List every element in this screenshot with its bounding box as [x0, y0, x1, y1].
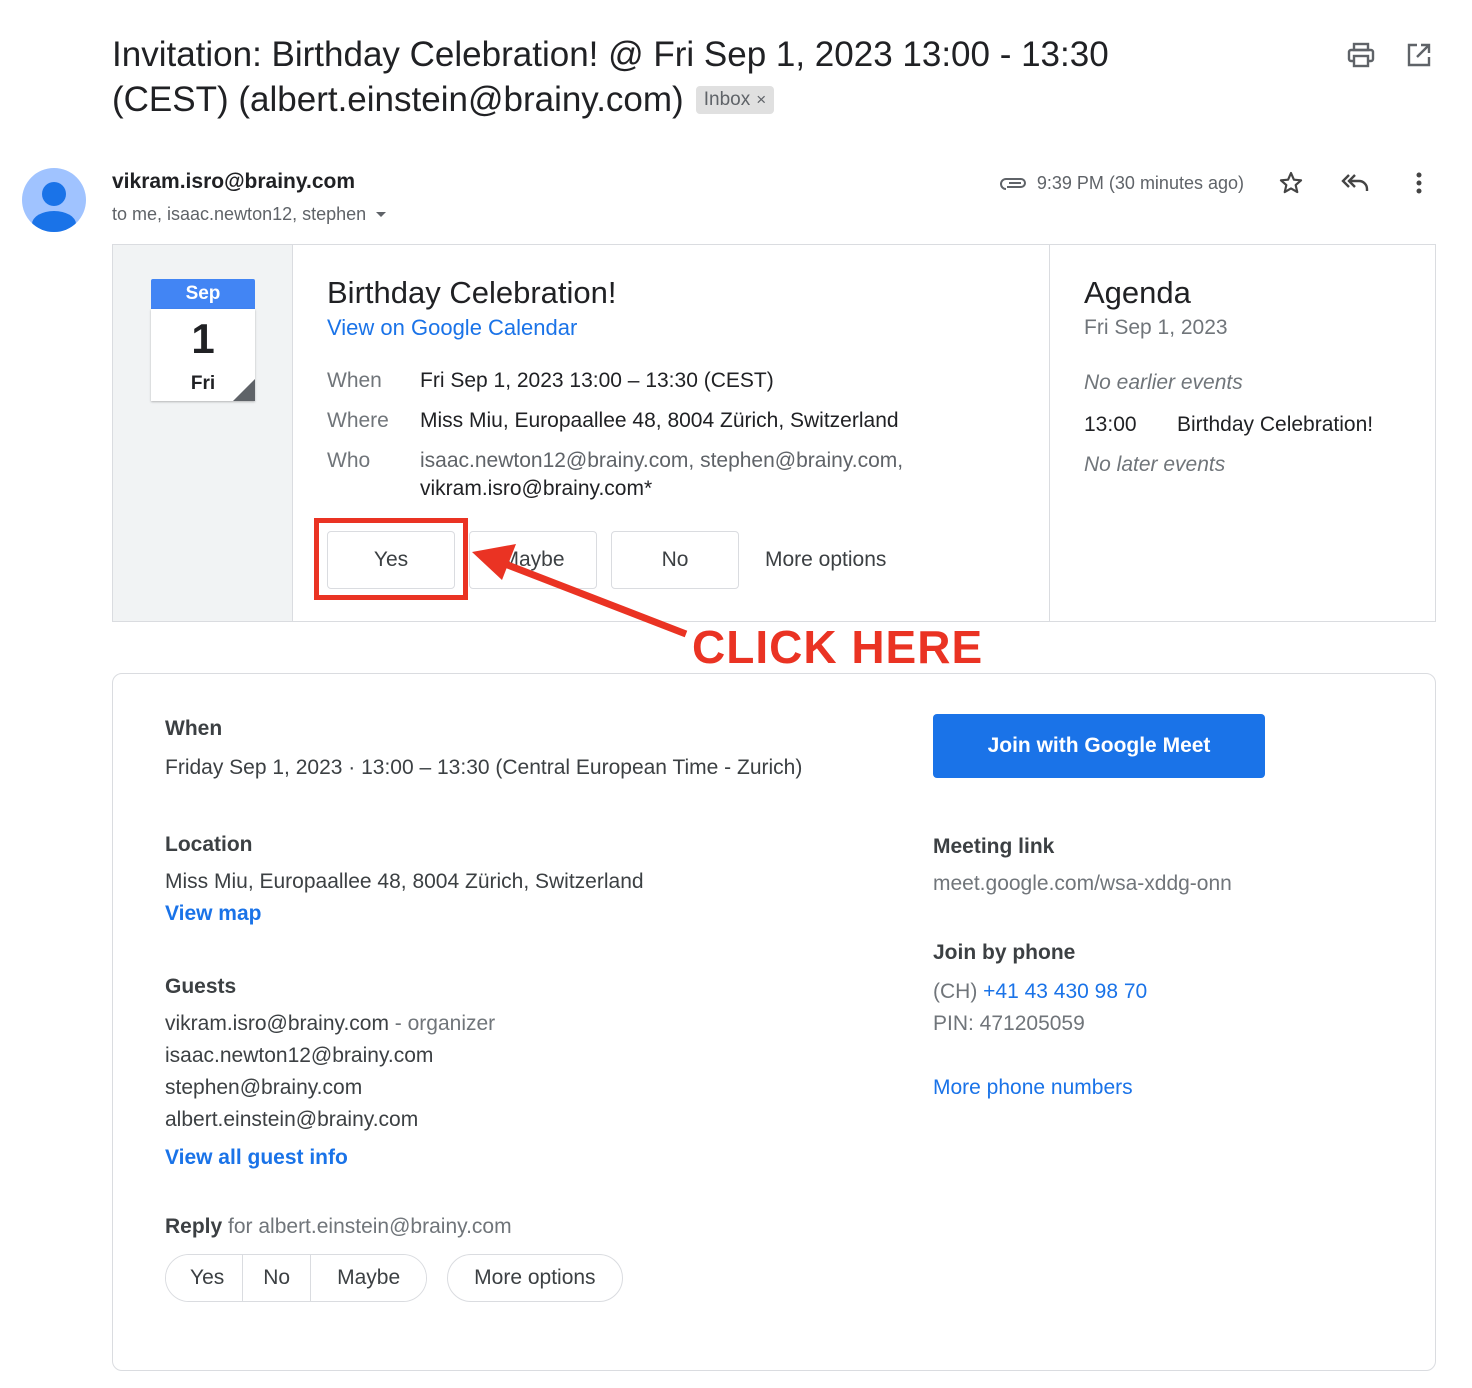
inbox-label[interactable]: Inbox × — [695, 86, 775, 114]
message-meta: 9:39 PM (30 minutes ago) — [999, 166, 1436, 200]
view-all-guest-info-link[interactable]: View all guest info — [165, 1142, 348, 1174]
reply-more-options-button[interactable]: More options — [447, 1254, 623, 1302]
meeting-link-heading: Meeting link — [933, 835, 1055, 858]
recipients-text: to me, isaac.newton12, stephen — [112, 204, 367, 224]
time-text: 9:39 PM (30 minutes ago) — [1036, 172, 1244, 193]
view-on-google-calendar-link[interactable]: View on Google Calendar — [327, 313, 577, 343]
when-value: Fri Sep 1, 2023 13:00 – 13:30 (CEST) — [420, 369, 774, 392]
agenda-no-later: No later events — [1084, 453, 1226, 476]
agenda-title: Agenda — [1084, 275, 1191, 310]
desc-guests-heading: Guests — [165, 975, 237, 998]
calendar-day: 1 — [191, 315, 215, 362]
open-in-new-icon[interactable] — [1402, 38, 1436, 72]
where-label: Where — [327, 409, 389, 432]
meeting-link[interactable]: meet.google.com/wsa-xddg-onn — [933, 868, 1413, 900]
who-row: Who isaac.newton12@brainy.com, stephen@b… — [327, 447, 1047, 503]
when-label: When — [327, 369, 382, 392]
reply-yes-button[interactable]: Yes — [166, 1255, 244, 1301]
calendar-page: 1 Fri — [151, 309, 255, 401]
phone-country: (CH) — [933, 980, 984, 1003]
guest-item: isaac.newton12@brainy.com — [165, 1040, 885, 1072]
guest-email: vikram.isro@brainy.com — [165, 1012, 389, 1035]
subject-text: Invitation: Birthday Celebration! @ Fri … — [112, 35, 1109, 119]
desc-location-heading: Location — [165, 833, 253, 856]
guest-email: albert.einstein@brainy.com — [165, 1108, 419, 1131]
annotation-arrow-icon — [472, 544, 688, 638]
agenda-date: Fri Sep 1, 2023 — [1084, 316, 1228, 339]
reply-segmented-control: Yes No Maybe — [165, 1254, 428, 1302]
print-icon[interactable] — [1344, 38, 1378, 72]
agenda-event-time: 13:00 — [1084, 413, 1137, 436]
agenda-event-title: Birthday Celebration! — [1177, 413, 1374, 436]
guest-item: albert.einstein@brainy.com — [165, 1104, 885, 1136]
reply-all-icon[interactable] — [1338, 166, 1372, 200]
sender-avatar[interactable] — [22, 168, 86, 232]
sender-email[interactable]: vikram.isro@brainy.com — [112, 170, 355, 194]
page-fold-icon — [233, 379, 255, 401]
desc-when-heading: When — [165, 717, 223, 740]
reply-heading: Reply for albert.einstein@brainy.com — [165, 1212, 885, 1242]
subject-actions — [1344, 38, 1436, 72]
reply-label: Reply — [165, 1215, 223, 1238]
recipients[interactable]: to me, isaac.newton12, stephen — [112, 204, 388, 225]
calendar-panel: Sep 1 Fri — [113, 245, 293, 621]
reply-for: for albert.einstein@brainy.com — [222, 1215, 512, 1238]
guest-item: vikram.isro@brainy.com - organizer — [165, 1008, 885, 1040]
guest-email: stephen@brainy.com — [165, 1076, 363, 1099]
guest-email: isaac.newton12@brainy.com — [165, 1044, 434, 1067]
agenda-no-earlier: No earlier events — [1084, 371, 1243, 394]
view-map-link[interactable]: View map — [165, 898, 262, 930]
star-icon[interactable] — [1274, 166, 1308, 200]
who-line-1: isaac.newton12@brainy.com, stephen@brain… — [420, 449, 904, 472]
event-description-card: When Friday Sep 1, 2023 · 13:00 – 13:30 … — [112, 673, 1436, 1371]
invitation-card: Sep 1 Fri Birthday Celebration! View on … — [112, 244, 1436, 622]
rsvp-more-options[interactable]: More options — [765, 548, 886, 572]
inbox-label-text: Inbox — [703, 89, 751, 110]
join-google-meet-button[interactable]: Join with Google Meet — [933, 714, 1265, 778]
phone-row: (CH) +41 43 430 98 70 — [933, 976, 1413, 1008]
agenda-panel: Agenda Fri Sep 1, 2023 No earlier events… — [1049, 245, 1435, 621]
more-phone-numbers-link[interactable]: More phone numbers — [933, 1072, 1413, 1104]
event-details: Birthday Celebration! View on Google Cal… — [327, 273, 1047, 503]
phone-pin: PIN: 471205059 — [933, 1012, 1085, 1035]
join-by-phone-heading: Join by phone — [933, 941, 1076, 964]
phone-number-link[interactable]: +41 43 430 98 70 — [983, 980, 1147, 1003]
more-vert-icon[interactable] — [1402, 166, 1436, 200]
guest-role: - organizer — [388, 1012, 496, 1035]
desc-location-text: Miss Miu, Europaallee 48, 8004 Zürich, S… — [165, 870, 644, 893]
who-label: Who — [327, 449, 371, 472]
description-right-column: Join with Google Meet Meeting link meet.… — [933, 714, 1413, 1104]
calendar-date-icon: Sep 1 Fri — [151, 279, 255, 401]
where-row: Where Miss Miu, Europaallee 48, 8004 Zür… — [327, 407, 1047, 435]
guest-item: stephen@brainy.com — [165, 1072, 885, 1104]
who-line-2: vikram.isro@brainy.com* — [420, 477, 653, 500]
annotation-click-here: CLICK HERE — [692, 621, 984, 673]
agenda-event[interactable]: 13:00 Birthday Celebration! — [1084, 411, 1435, 439]
description-left-column: When Friday Sep 1, 2023 · 13:00 – 13:30 … — [165, 714, 885, 1302]
annotation-highlight-box — [314, 518, 468, 600]
reply-no-button[interactable]: No — [243, 1255, 312, 1301]
reply-controls: Yes No Maybe More options — [165, 1254, 885, 1302]
email-subject: Invitation: Birthday Celebration! @ Fri … — [112, 32, 1232, 122]
calendar-month: Sep — [151, 279, 255, 309]
where-value: Miss Miu, Europaallee 48, 8004 Zürich, S… — [420, 409, 899, 432]
remove-label-icon[interactable]: × — [756, 90, 766, 109]
when-row: When Fri Sep 1, 2023 13:00 – 13:30 (CEST… — [327, 367, 1047, 395]
dropdown-icon[interactable] — [374, 210, 388, 220]
attachment-icon — [999, 178, 1026, 190]
who-value: isaac.newton12@brainy.com, stephen@brain… — [420, 447, 903, 503]
desc-when-text: Friday Sep 1, 2023 · 13:00 – 13:30 (Cent… — [165, 756, 803, 779]
event-title: Birthday Celebration! — [327, 275, 617, 310]
guest-list: vikram.isro@brainy.com - organizer isaac… — [165, 1008, 885, 1136]
message-time: 9:39 PM (30 minutes ago) — [999, 173, 1244, 194]
reply-maybe-button[interactable]: Maybe — [311, 1255, 427, 1301]
